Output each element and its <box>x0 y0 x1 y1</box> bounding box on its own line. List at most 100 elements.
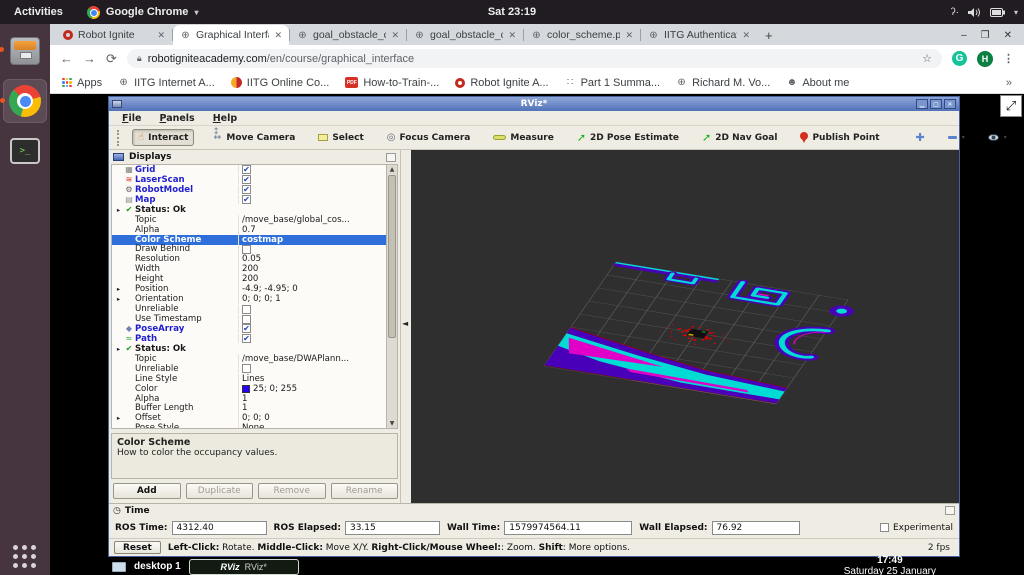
property-row-buffer-length[interactable]: Buffer Length 1 <box>112 403 386 414</box>
tool-2d-pose-estimate[interactable]: ➚ 2D Pose Estimate <box>572 129 684 146</box>
bookmark-about-me[interactable]: ☻ About me <box>786 77 850 89</box>
bookmark-robot-ignite-a-[interactable]: Robot Ignite A... <box>455 77 549 89</box>
checkbox[interactable] <box>242 364 251 374</box>
minimize-button[interactable]: ▁ <box>916 99 928 109</box>
close-button[interactable]: ✕ <box>1004 30 1012 41</box>
scrollbar-thumb[interactable] <box>388 175 396 339</box>
tab-color-scheme-pn[interactable]: ⊕ color_scheme.pn ✕ <box>524 25 640 45</box>
property-row-height[interactable]: Height 200 <box>112 274 386 285</box>
tool-measure[interactable]: Measure <box>488 131 558 145</box>
visibility-eye-button[interactable]: ▾ <box>983 132 1012 143</box>
tab-goal-obstacle-cle[interactable]: ⊕ goal_obstacle_cle ✕ <box>290 25 406 45</box>
display-row-map[interactable]: ▤ Map ✔ <box>112 195 386 205</box>
panel-float-button[interactable] <box>945 506 955 515</box>
property-row-unreliable[interactable]: Unreliable <box>112 364 386 374</box>
grammarly-extension-icon[interactable]: G <box>952 51 967 66</box>
property-row-resolution[interactable]: Resolution 0.05 <box>112 254 386 265</box>
bookmark-richard-m-vo-[interactable]: ⊕ Richard M. Vo... <box>676 77 770 89</box>
show-applications-button[interactable] <box>13 545 37 569</box>
tab-close-icon[interactable]: ✕ <box>157 30 165 41</box>
field-value[interactable]: 76.92 <box>711 520 800 535</box>
checkbox[interactable]: ✔ <box>242 185 251 195</box>
panel-splitter[interactable]: ◄ <box>401 150 411 503</box>
property-row-line-style[interactable]: Line Style Lines <box>112 373 386 384</box>
menu-help[interactable]: Help <box>206 113 244 124</box>
bookmark-how-to-train-[interactable]: PDF How-to-Train-... <box>345 77 439 89</box>
property-row-topic[interactable]: Topic/move_base/DWAPlann... <box>112 353 386 364</box>
forward-button[interactable]: → <box>83 51 96 66</box>
panel-float-button[interactable] <box>386 152 396 162</box>
checkbox[interactable] <box>242 314 251 324</box>
property-row-pose-style[interactable]: Pose Style None <box>112 423 386 428</box>
property-row-alpha[interactable]: Alpha 1 <box>112 393 386 404</box>
reset-button[interactable]: Reset <box>114 541 161 554</box>
system-clock[interactable]: Sat 23:19 <box>0 6 1024 18</box>
tree-scrollbar[interactable]: ▲ ▼ <box>386 165 397 428</box>
expander-icon[interactable]: ▸ <box>114 206 123 214</box>
tool-publish-point[interactable]: Publish Point <box>795 130 884 145</box>
checkbox[interactable] <box>242 244 251 254</box>
dock-item-terminal[interactable]: >_ <box>3 129 47 173</box>
address-bar[interactable]: 🔒︎ robotigniteacademy.com/en/course/grap… <box>126 49 942 68</box>
add-tool-plus-button[interactable]: ✚ <box>911 129 930 146</box>
bookmarks-overflow-button[interactable]: » <box>1006 77 1012 89</box>
property-row-unreliable[interactable]: Unreliable <box>112 304 386 314</box>
toolbar-grip[interactable] <box>117 129 119 146</box>
minimize-button[interactable]: – <box>961 30 967 41</box>
tool-2d-nav-goal[interactable]: ➚ 2D Nav Goal <box>697 129 782 146</box>
rviz-3d-viewport[interactable] <box>411 150 959 503</box>
rviz-title-bar[interactable]: RViz* ▁ ▢ ✕ <box>109 97 959 111</box>
tab-close-icon[interactable]: ✕ <box>274 30 282 41</box>
tab-close-icon[interactable]: ✕ <box>508 30 516 41</box>
tab-close-icon[interactable]: ✕ <box>742 30 750 41</box>
time-panel-header[interactable]: ◷ Time <box>109 504 959 517</box>
checkbox[interactable]: ✔ <box>242 175 251 185</box>
displays-panel-header[interactable]: Displays <box>109 150 400 164</box>
tab-goal-obstacle-cle[interactable]: ⊕ goal_obstacle_cle ✕ <box>407 25 523 45</box>
remove-tool-minus-button[interactable]: ▾ <box>943 132 970 143</box>
scroll-down-icon[interactable]: ▼ <box>387 420 397 427</box>
checkbox[interactable]: ✔ <box>242 165 251 175</box>
display-row-laserscan[interactable]: ≋ LaserScan ✔ <box>112 175 386 185</box>
menu-file[interactable]: File <box>115 113 148 124</box>
tool-select[interactable]: Select <box>313 131 368 145</box>
field-value[interactable]: 4312.40 <box>171 520 267 535</box>
property-row-width[interactable]: Width 200 <box>112 264 386 275</box>
expander-icon[interactable]: ▸ <box>114 295 123 303</box>
checkbox[interactable]: ✔ <box>242 324 251 334</box>
display-row-robotmodel[interactable]: ⚙ RobotModel ✔ <box>112 185 386 195</box>
tab-iitg-authenticati[interactable]: ⊕ IITG Authenticati ✕ <box>641 25 757 45</box>
property-row-alpha[interactable]: Alpha 0.7 <box>112 224 386 235</box>
property-row-orientation[interactable]: ▸ Orientation 0; 0; 0; 1 <box>112 294 386 305</box>
scroll-up-icon[interactable]: ▲ <box>387 166 397 173</box>
tab-close-icon[interactable]: ✕ <box>625 30 633 41</box>
collapse-panel-icon[interactable]: ◄ <box>402 319 408 328</box>
fullscreen-toggle-button[interactable]: ⤢ <box>1000 95 1022 117</box>
workspace-label[interactable]: desktop 1 <box>134 561 181 572</box>
tab-close-icon[interactable]: ✕ <box>391 30 399 41</box>
bookmark-iitg-online-co-[interactable]: IITG Online Co... <box>230 77 329 89</box>
bookmark-part-1-summa-[interactable]: ∷ Part 1 Summa... <box>565 77 660 89</box>
display-row-path[interactable]: ≈ Path ✔ <box>112 334 386 344</box>
tool-interact[interactable]: ☝ Interact <box>132 129 195 146</box>
display-row-posearray[interactable]: ◆ PoseArray ✔ <box>112 324 386 334</box>
system-tray[interactable]: ʔ· ▾ <box>951 0 1018 24</box>
experimental-toggle[interactable]: Experimental <box>879 523 953 533</box>
bookmark-iitg-internet-a-[interactable]: ⊕ IITG Internet A... <box>118 77 214 89</box>
dock-item-files[interactable] <box>0 29 47 73</box>
property-row-offset[interactable]: ▸ Offset 0; 0; 0 <box>112 413 386 424</box>
property-row-color[interactable]: Color 25; 0; 255 <box>112 383 386 394</box>
field-value[interactable]: 1579974564.11 <box>504 520 633 535</box>
taskbar-rviz-button[interactable]: RViz RViz* <box>188 558 299 575</box>
reload-button[interactable]: ⟳ <box>106 51 117 67</box>
display-row-grid[interactable]: ▦ Grid ✔ <box>112 165 386 175</box>
field-value[interactable]: 33.15 <box>344 520 440 535</box>
expander-icon[interactable]: ▸ <box>114 345 123 353</box>
remote-desktop-clock[interactable]: 17:49 Saturday 25 January <box>844 555 956 575</box>
add-button[interactable]: Add <box>113 483 181 499</box>
checkbox[interactable] <box>242 304 251 314</box>
bookmark-star-icon[interactable]: ☆ <box>922 52 932 65</box>
restore-button[interactable]: ❐ <box>981 30 990 41</box>
property-row-draw-behind[interactable]: Draw Behind <box>112 244 386 254</box>
property-row-use-timestamp[interactable]: Use Timestamp <box>112 314 386 324</box>
